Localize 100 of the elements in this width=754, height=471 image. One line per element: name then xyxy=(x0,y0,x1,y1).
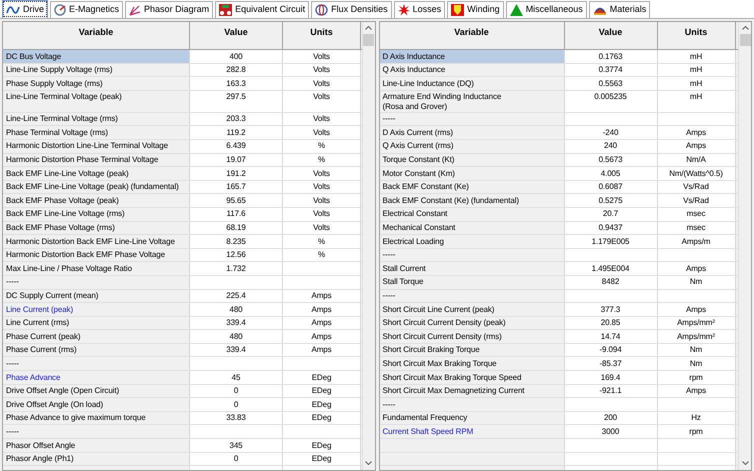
table-cell: Hz xyxy=(658,412,736,424)
tab[interactable]: Flux Densities xyxy=(311,1,392,18)
table-cell: Amps/m xyxy=(658,235,736,248)
table-cell: 20.7 xyxy=(564,208,658,221)
table-cell: EDeg xyxy=(283,371,361,384)
column-header: Value xyxy=(564,22,658,49)
column-header: Units xyxy=(658,22,736,49)
tab[interactable]: Winding xyxy=(447,1,504,18)
table-cell: Amps xyxy=(658,140,736,153)
table-cell: 45 xyxy=(190,371,283,384)
scroll-up-icon[interactable] xyxy=(742,26,748,30)
table-cell: 191.2 xyxy=(190,167,283,180)
table-cell: Short Circuit Max Braking Torque Speed xyxy=(380,371,564,384)
table-cell: Stall Current xyxy=(380,262,564,275)
scroll-thumb[interactable] xyxy=(740,34,750,46)
tab[interactable]: Phasor Diagram xyxy=(125,1,214,18)
table-cell: Amps xyxy=(283,316,361,330)
table-cell: mH xyxy=(658,50,736,63)
table-cell: Vs/Rad xyxy=(658,194,736,207)
table-cell: 1.495E004 xyxy=(564,262,658,275)
table-cell: -9.094 xyxy=(564,344,658,356)
table-cell: Amps xyxy=(283,303,361,316)
table-cell: 3000 xyxy=(564,425,658,438)
table-cell: 0.5275 xyxy=(564,194,658,207)
table-cell: % xyxy=(283,235,361,248)
table-cell: 0.005235 xyxy=(564,90,658,112)
table-cell: 0.6087 xyxy=(564,180,658,194)
table-cell: 0 xyxy=(190,452,283,466)
table-cell: Volts xyxy=(283,208,361,221)
table-cell: Nm/A xyxy=(658,154,736,166)
table-cell: Short Circuit Current Density (peak) xyxy=(380,316,564,330)
table-cell: -921.1 xyxy=(564,384,658,398)
table-cell: 163.3 xyxy=(190,77,283,90)
scroll-thumb[interactable] xyxy=(363,34,374,46)
table-cell: 33.83 xyxy=(190,412,283,424)
burst-icon xyxy=(398,4,410,16)
table-cell: Volts xyxy=(283,90,361,112)
table-cell: ----- xyxy=(3,425,190,438)
table-cell: ----- xyxy=(3,276,190,288)
table-cell: 0.5673 xyxy=(564,154,658,166)
table-cell: 169.4 xyxy=(564,371,658,384)
table-cell: 0.1763 xyxy=(564,50,658,63)
scrollbar[interactable] xyxy=(738,22,751,470)
table-cell: 6.439 xyxy=(190,140,283,153)
arrows-icon xyxy=(129,4,142,16)
table-cell: 225.4 xyxy=(190,290,283,302)
triangle-icon xyxy=(510,4,523,16)
table-cell: rpm xyxy=(658,371,736,384)
table-cell: Volts xyxy=(283,194,361,207)
table-cell: EDeg xyxy=(283,439,361,452)
table-cell: Nm/(Watts^0.5) xyxy=(658,167,736,180)
table-cell: 0 xyxy=(190,398,283,411)
table-cell: Amps xyxy=(658,262,736,275)
tab[interactable]: Equivalent Circuit xyxy=(215,1,310,18)
table-cell: 345 xyxy=(190,439,283,452)
table-cell: Nm xyxy=(658,276,736,288)
table-cell: 339.4 xyxy=(190,316,283,330)
table-cell: Torque Constant (Kt) xyxy=(380,154,564,166)
table-cell: ----- xyxy=(380,248,564,262)
table-cell: Current Shaft Speed RPM xyxy=(380,425,564,438)
table-cell: % xyxy=(283,140,361,153)
table-cell: Short Circuit Max Braking Torque xyxy=(380,357,564,370)
table-cell: Q Axis Inductance xyxy=(380,64,564,76)
winding-icon xyxy=(451,4,464,16)
table-cell: 377.3 xyxy=(564,303,658,316)
tab[interactable]: Materials xyxy=(588,1,650,18)
table-cell: mH xyxy=(658,90,736,112)
table-cell: % xyxy=(283,154,361,166)
table-cell: 19.07 xyxy=(190,154,283,166)
table-cell: Volts xyxy=(283,64,361,76)
table-cell: Amps xyxy=(283,290,361,302)
table-cell: ----- xyxy=(3,357,190,370)
table-cell: 0.3774 xyxy=(564,64,658,76)
magnet-icon xyxy=(54,4,66,16)
table-cell: Nm xyxy=(658,357,736,370)
scrollbar[interactable] xyxy=(362,22,374,470)
table-cell: 8482 xyxy=(564,276,658,288)
table-cell: 14.74 xyxy=(564,330,658,343)
table-cell: 68.19 xyxy=(190,222,283,234)
table-cell: 1.732 xyxy=(190,262,283,275)
tab[interactable]: Miscellaneous xyxy=(506,1,587,18)
table-cell: Q Axis Current (rms) xyxy=(380,140,564,153)
table-cell: DC Bus Voltage xyxy=(3,50,190,63)
table-cell: msec xyxy=(658,222,736,234)
table-cell: 480 xyxy=(190,330,283,343)
table-cell: 8.235 xyxy=(190,235,283,248)
scroll-down-icon[interactable] xyxy=(742,461,748,465)
tab[interactable]: Drive xyxy=(2,0,48,18)
table-cell: 20.85 xyxy=(564,316,658,330)
tab[interactable]: Losses xyxy=(394,1,446,18)
table-cell: 4.005 xyxy=(564,167,658,180)
table-cell: Nm xyxy=(658,344,736,356)
table-cell: ----- xyxy=(380,398,564,411)
table-cell: Amps xyxy=(283,330,361,343)
table-cell: Short Circuit Current Density (rms) xyxy=(380,330,564,343)
table-cell: 339.4 xyxy=(190,344,283,356)
tab[interactable]: E-Magnetics xyxy=(50,1,124,18)
scroll-down-icon[interactable] xyxy=(365,461,372,465)
scroll-up-icon[interactable] xyxy=(365,26,372,30)
table-cell: 117.6 xyxy=(190,208,283,221)
